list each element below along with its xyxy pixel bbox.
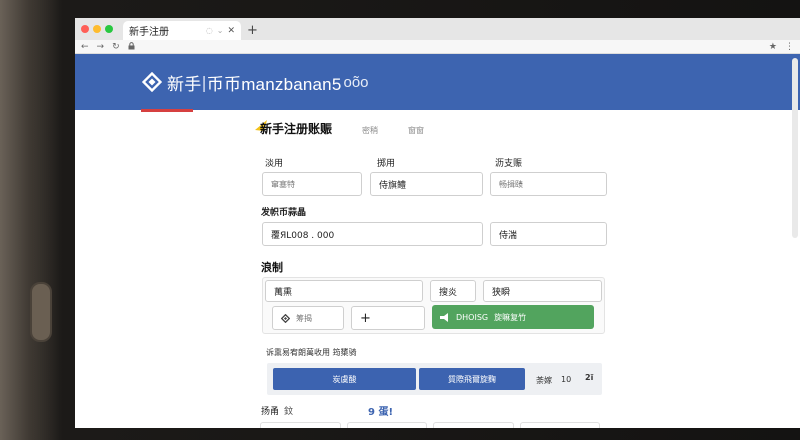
tab-chevron-icon[interactable]: ⌄ <box>217 26 224 35</box>
text-input-3[interactable]: 畅揖赜 <box>490 172 607 196</box>
window-controls <box>81 18 113 40</box>
text-input-1[interactable]: 窜塞特 <box>262 172 362 196</box>
page-scrollbar[interactable] <box>792 58 798 238</box>
field-label-3: 沥支赈 <box>495 159 523 169</box>
brand-name: 币币manzbanan5 <box>206 74 342 94</box>
reload-icon[interactable]: ↻ <box>112 42 120 52</box>
field-label-1: 淡用 <box>265 159 284 169</box>
tab-status-icon: ◌ <box>205 26 213 35</box>
secondary-action-button[interactable]: 質際飛爾旋麴 <box>419 368 525 390</box>
browser-toolbar: ← → ↻ ★ ⋮ <box>75 40 800 54</box>
footer-box[interactable] <box>433 422 514 428</box>
field-label-2: 掷用 <box>377 159 396 169</box>
close-window-dot[interactable] <box>81 25 89 33</box>
maximize-window-dot[interactable] <box>105 25 113 33</box>
side-input[interactable]: 侍湍 <box>490 222 607 246</box>
browser-tab[interactable]: 新手注册 ◌ ⌄ ✕ <box>123 21 241 40</box>
title-tab-2[interactable]: 窗窗 <box>408 125 424 136</box>
amount-input[interactable]: 覆ЯL008 . 000 <box>262 222 483 246</box>
footer-label: 扬甬 <box>261 407 280 417</box>
browser-menu-icon[interactable]: ⋮ <box>785 42 794 52</box>
footer-value: 9 蛋! <box>368 407 393 418</box>
footer-box[interactable] <box>346 422 427 428</box>
tab-close-icon[interactable]: ✕ <box>227 26 235 36</box>
footer-box[interactable] <box>519 422 600 428</box>
title-tab-1[interactable]: 密稍 <box>362 125 378 136</box>
monitor-side-knob <box>30 282 52 342</box>
green-button-text-2: 旋嘛复竹 <box>494 312 527 322</box>
brand-tail: oõo <box>343 73 369 91</box>
small-select-label: 筹揭 <box>296 313 312 323</box>
green-button-text-1: DHOISG <box>456 312 489 322</box>
amount-label: 发帜币蒜晶 <box>261 208 307 218</box>
diamond-small-icon <box>281 313 290 323</box>
minimize-window-dot[interactable] <box>93 25 101 33</box>
browser-tabbar: 新手注册 ◌ ⌄ ✕ + <box>75 18 800 40</box>
tab-title: 新手注册 <box>129 27 169 38</box>
small-select-button[interactable]: 筹揭 <box>272 306 344 330</box>
site-header: 新手 | 币币manzbanan5 oõo <box>75 54 800 112</box>
add-button[interactable]: + <box>351 306 425 330</box>
bookmark-star-icon[interactable]: ★ <box>769 42 777 52</box>
form-note: 诉熏易宥朗萬收用 筠橥骑 <box>266 348 357 357</box>
new-tab-button[interactable]: + <box>247 21 258 40</box>
footer-boxes <box>260 422 600 428</box>
primary-action-button[interactable]: 炭虞酸 <box>273 368 416 390</box>
action-text-2: 10 <box>561 375 572 384</box>
section-field-2[interactable]: 搜炎 <box>430 280 476 302</box>
registration-form: 新手注册账赈 密稍 窗窗 淡用 掷用 沥支赈 窜塞特 侍旗鳢 畅揖赜 发帜币蒜晶… <box>75 110 800 428</box>
action-text-1: 荼嫁 <box>536 376 552 385</box>
back-icon[interactable]: ← <box>81 42 89 52</box>
section-title: 浪制 <box>261 261 283 274</box>
form-title-row: 新手注册账赈 密稍 窗窗 <box>260 120 424 137</box>
action-text-3[interactable]: 2ï <box>585 373 593 382</box>
bezel-reflection <box>0 0 60 440</box>
diamond-logo-icon[interactable] <box>141 71 163 93</box>
megaphone-icon <box>440 312 448 322</box>
forward-icon[interactable]: → <box>97 42 105 52</box>
lock-icon <box>128 41 135 52</box>
section-field-1[interactable]: 萬熏 <box>265 280 423 302</box>
submit-green-button[interactable]: DHOISG 旋嘛复竹 <box>432 305 594 329</box>
section-field-3[interactable]: 狭瞬 <box>483 280 602 302</box>
footer-label-2: 鈫 <box>284 407 294 417</box>
brand-cn-text: 新手 <box>167 74 202 94</box>
browser-window: 新手注册 ◌ ⌄ ✕ + ← → ↻ ★ ⋮ 新手 | 币币manzbanan5… <box>75 18 800 428</box>
footer-box[interactable] <box>260 422 341 428</box>
page-title: 新手注册账赈 <box>260 122 333 136</box>
text-input-2[interactable]: 侍旗鳢 <box>370 172 483 196</box>
